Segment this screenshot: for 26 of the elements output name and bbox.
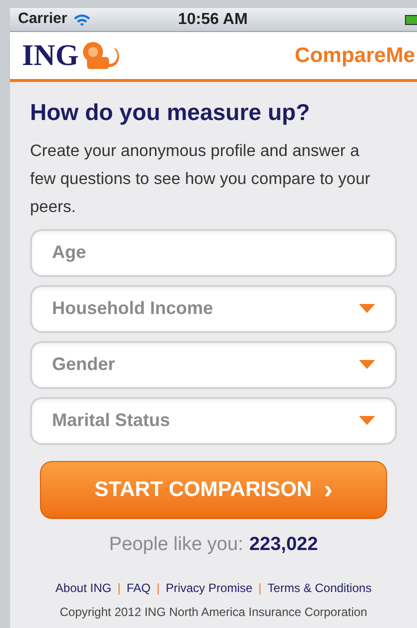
people-like-you-label: People like you: [109, 532, 244, 557]
footer-link[interactable]: FAQ [126, 579, 151, 598]
link-separator: | [258, 580, 262, 598]
footer-link[interactable]: Terms & Conditions [268, 579, 372, 598]
clock-time: 10:56 AM [178, 10, 248, 30]
carrier-label: Carrier [18, 9, 68, 30]
app-name: CompareMe [294, 42, 415, 69]
start-comparison-button[interactable]: START COMPARISON › [40, 460, 387, 519]
people-count: 223,022 [249, 532, 318, 557]
intro-paragraph: Create your anonymous profile and answer a few questions to see how you compare to your peers. [30, 140, 372, 218]
footer-link[interactable]: About ING [55, 579, 112, 598]
input-field[interactable]: Age [30, 228, 397, 277]
dropdown-caret-icon [359, 360, 375, 370]
dropdown-field[interactable]: Marital Status [30, 396, 397, 445]
copyright-text: Copyright 2012 ING North America Insurance Corporation [58, 604, 368, 622]
link-separator: | [117, 580, 121, 598]
dropdown-caret-icon [359, 304, 375, 314]
brand-logo-text: ING [22, 38, 79, 74]
battery-icon [405, 14, 417, 24]
dropdown-field[interactable]: Gender [30, 340, 397, 389]
footer-link[interactable]: Privacy Promise [166, 579, 252, 598]
wifi-icon [73, 13, 92, 26]
dropdown-field[interactable]: Household Income [30, 284, 397, 333]
page-heading: How do you measure up? [30, 98, 311, 127]
link-separator: | [156, 580, 160, 598]
dropdown-caret-icon [359, 416, 375, 426]
